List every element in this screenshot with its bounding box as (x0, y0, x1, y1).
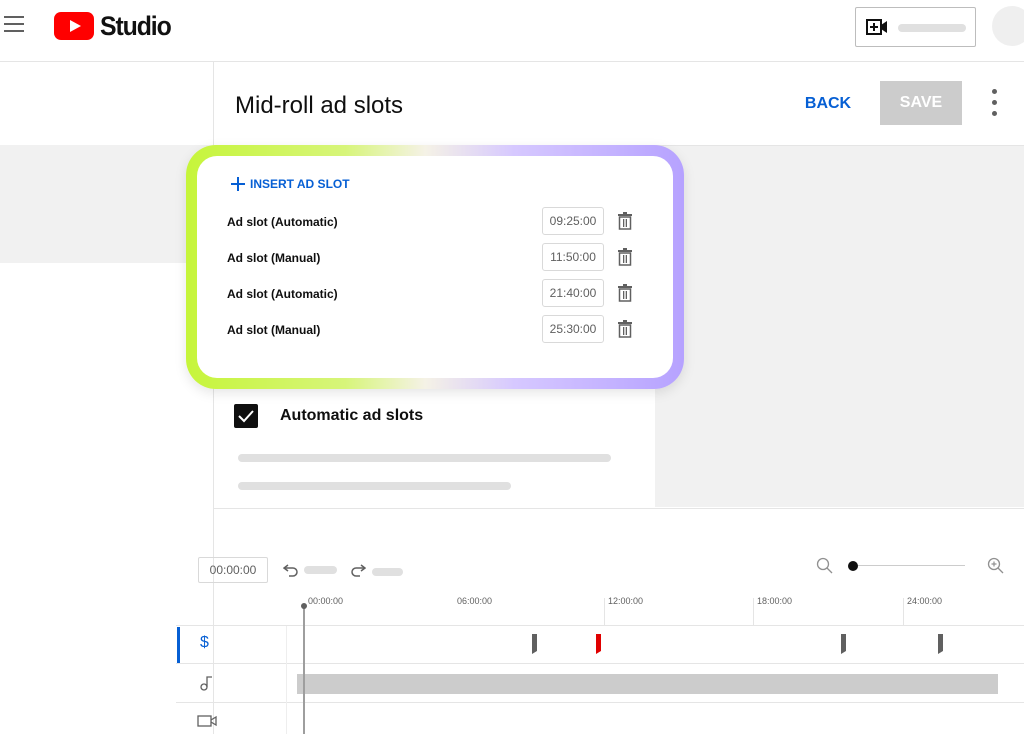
active-track-indicator (177, 627, 180, 663)
automatic-ad-slots-checkbox[interactable] (234, 404, 258, 428)
page-title: Mid-roll ad slots (235, 92, 404, 119)
playhead-handle[interactable] (301, 603, 307, 609)
ad-slot-marker-selected[interactable] (596, 634, 601, 654)
ad-slot-time-input[interactable]: 09:25:00 (542, 207, 604, 235)
zoom-in-icon[interactable] (987, 557, 1005, 575)
undo-icon[interactable] (283, 563, 299, 577)
ruler-label: 00:00:00 (308, 596, 344, 606)
undo-label-placeholder (304, 566, 337, 574)
studio-logo-text: Studio (100, 10, 172, 41)
top-bar: Studio (0, 0, 1024, 62)
ruler-label: 12:00:00 (608, 596, 644, 606)
zoom-slider-track[interactable] (853, 565, 965, 566)
ad-slot-label: Ad slot (Manual) (227, 323, 321, 337)
plus-icon (230, 176, 246, 192)
create-button[interactable] (855, 7, 976, 47)
ad-slot-time-input[interactable]: 11:50:00 (542, 243, 604, 271)
video-camera-icon[interactable] (197, 713, 217, 729)
ad-slot-time-input[interactable]: 25:30:00 (542, 315, 604, 343)
zoom-slider-handle[interactable] (848, 561, 858, 571)
description-placeholder-line (238, 454, 611, 462)
timeline-playhead[interactable] (303, 606, 305, 734)
ruler-label: 06:00:00 (457, 596, 493, 606)
video-plus-icon (866, 19, 887, 35)
redo-label-placeholder (372, 568, 403, 576)
save-button[interactable]: SAVE (880, 81, 962, 125)
track-header-divider (286, 626, 287, 734)
ad-slot-row: Ad slot (Automatic) 21:40:00 (227, 279, 647, 309)
ad-slot-label: Ad slot (Manual) (227, 251, 321, 265)
ruler-label: 18:00:00 (757, 596, 793, 606)
ad-slot-marker[interactable] (938, 634, 943, 654)
trash-icon[interactable] (617, 320, 633, 338)
timeline-current-time[interactable]: 00:00:00 (198, 557, 268, 583)
create-label-placeholder (898, 24, 966, 32)
ad-slot-label: Ad slot (Automatic) (227, 287, 338, 301)
automatic-ad-slots-label: Automatic ad slots (280, 407, 424, 424)
ad-slot-row: Ad slot (Automatic) 09:25:00 (227, 207, 647, 237)
ad-slot-marker[interactable] (841, 634, 846, 654)
insert-ad-slot-button[interactable]: INSERT AD SLOT (230, 173, 350, 195)
redo-icon[interactable] (350, 563, 366, 577)
zoom-out-icon[interactable] (816, 557, 834, 575)
hamburger-menu-icon[interactable] (4, 16, 26, 34)
studio-logo[interactable]: Studio (54, 10, 177, 42)
ad-slot-row: Ad slot (Manual) 25:30:00 (227, 315, 647, 345)
dollar-icon[interactable]: $ (200, 634, 209, 652)
trash-icon[interactable] (617, 212, 633, 230)
ruler-tick (604, 598, 605, 625)
checkmark-icon (238, 410, 254, 423)
trash-icon[interactable] (617, 284, 633, 302)
back-button[interactable]: BACK (798, 86, 858, 122)
ad-slot-time-input[interactable]: 21:40:00 (542, 279, 604, 307)
youtube-play-icon (54, 12, 94, 40)
ruler-label: 24:00:00 (907, 596, 943, 606)
music-note-icon[interactable] (199, 674, 215, 692)
more-vertical-icon[interactable] (984, 86, 1004, 120)
trash-icon[interactable] (617, 248, 633, 266)
video-preview-area (655, 146, 1024, 507)
audio-track-clip[interactable] (297, 674, 998, 694)
left-nav-selected-section (0, 145, 214, 263)
ad-slot-row: Ad slot (Manual) 11:50:00 (227, 243, 647, 273)
insert-ad-slot-label: INSERT AD SLOT (250, 177, 350, 191)
account-avatar[interactable] (992, 6, 1024, 46)
timeline-divider (214, 508, 1024, 509)
ruler-tick (903, 598, 904, 625)
ruler-tick (753, 598, 754, 625)
ad-slot-label: Ad slot (Automatic) (227, 215, 338, 229)
ad-slot-marker[interactable] (532, 634, 537, 654)
description-placeholder-line (238, 482, 511, 490)
